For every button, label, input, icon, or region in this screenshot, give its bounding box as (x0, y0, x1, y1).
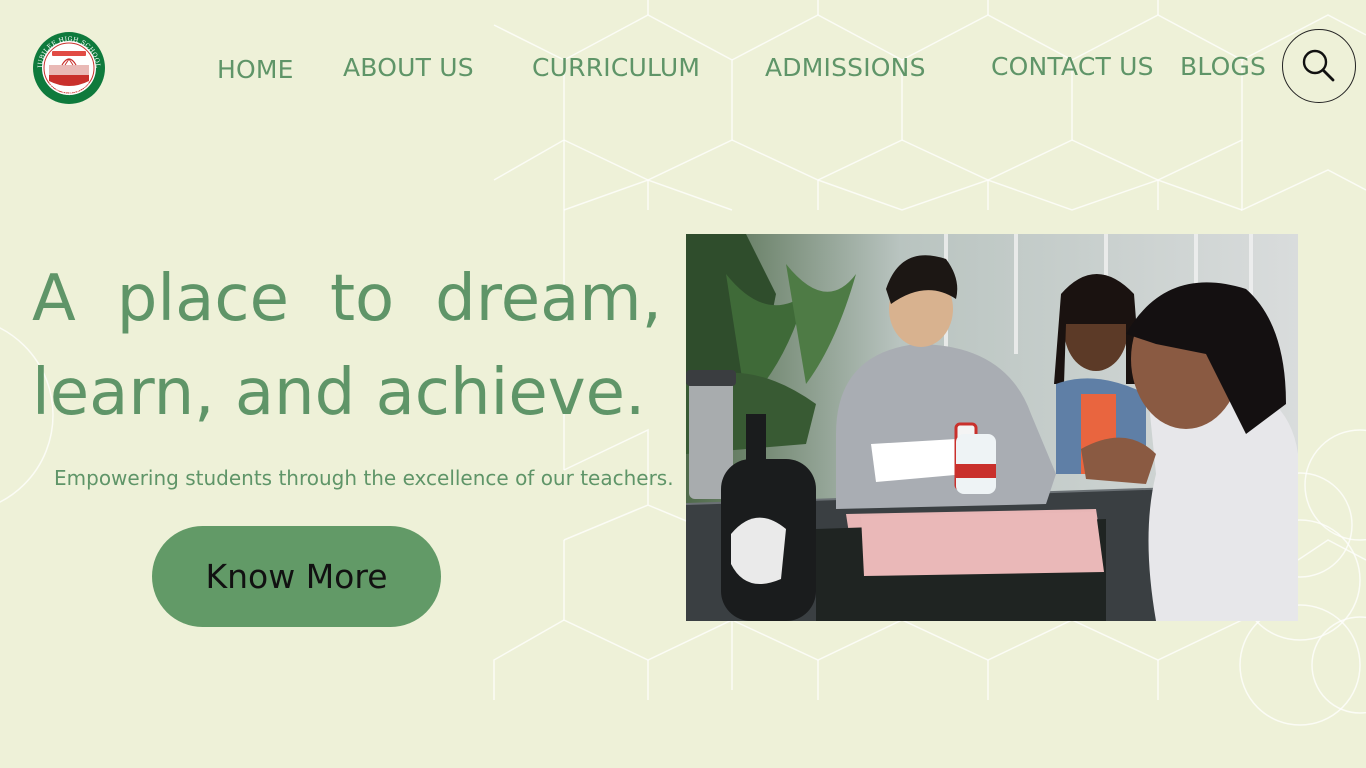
hero-title-word: dream, (435, 262, 662, 336)
school-crest-icon: JUBILEE HIGH SCHOOL NEW AGHAPURA (33, 32, 105, 104)
nav-about-us[interactable]: ABOUT US (343, 55, 474, 80)
hero-title-line-1: A place to dream, (32, 252, 662, 346)
search-icon (1302, 49, 1335, 82)
students-photo-illustration (686, 234, 1298, 621)
hero-title-word: place (116, 262, 289, 336)
know-more-button[interactable]: Know More (152, 526, 441, 627)
hero-title-line-2: learn, and achieve. (32, 356, 646, 430)
students-studying-photo (686, 234, 1298, 621)
school-logo[interactable]: JUBILEE HIGH SCHOOL NEW AGHAPURA (32, 31, 106, 105)
nav-blogs[interactable]: BLOGS (1180, 54, 1266, 79)
nav-home[interactable]: HOME (217, 57, 294, 82)
nav-contact-us[interactable]: CONTACT US (991, 54, 1154, 79)
nav-admissions[interactable]: ADMISSIONS (765, 55, 926, 80)
hero-title: A place to dream, learn, and achieve. (32, 252, 662, 440)
hero-title-word: A (32, 262, 76, 336)
nav-curriculum[interactable]: CURRICULUM (532, 55, 700, 80)
search-button[interactable] (1282, 29, 1356, 103)
hero-title-word: to (329, 262, 395, 336)
hero-subtitle: Empowering students through the excellen… (54, 466, 674, 490)
